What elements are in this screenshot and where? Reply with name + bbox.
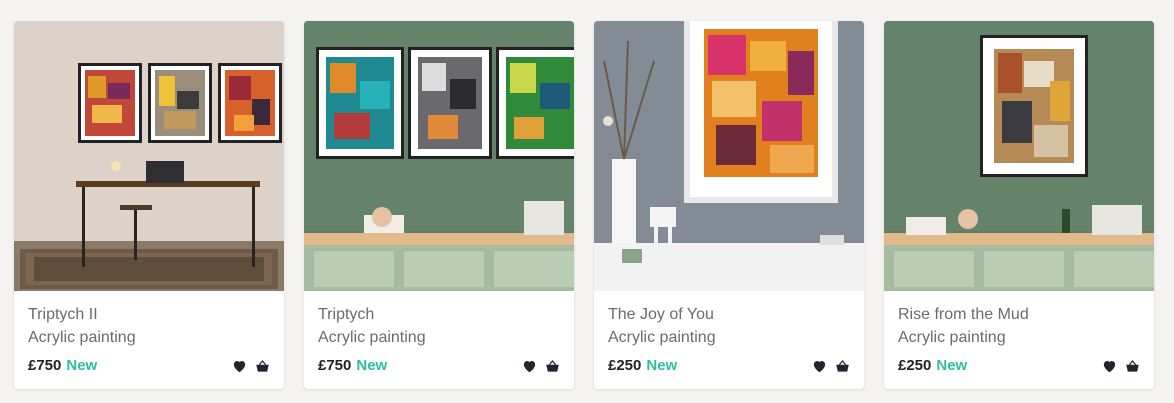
product-medium: Acrylic painting <box>28 329 136 346</box>
product-info: Rise from the Mud Acrylic painting £250 … <box>884 291 1154 389</box>
product-title[interactable]: Triptych II <box>28 303 270 326</box>
product-info: The Joy of You Acrylic painting £250 New <box>594 291 864 389</box>
product-title[interactable]: Rise from the Mud <box>898 303 1140 326</box>
product-price: £250 <box>608 357 642 374</box>
new-badge: New <box>66 357 98 374</box>
price-row: £750 New <box>318 357 560 374</box>
artwork-image[interactable] <box>304 21 574 291</box>
product-price: £750 <box>28 357 62 374</box>
product-grid: Triptych II Acrylic painting £750 New Tr… <box>14 21 1154 389</box>
basket-icon[interactable] <box>544 358 560 374</box>
basket-icon[interactable] <box>834 358 850 374</box>
product-price: £250 <box>898 357 932 374</box>
product-price: £750 <box>318 357 352 374</box>
basket-icon[interactable] <box>1124 358 1140 374</box>
product-info: Triptych II Acrylic painting £750 New <box>14 291 284 389</box>
basket-icon[interactable] <box>254 358 270 374</box>
product-actions <box>1101 358 1140 374</box>
product-card[interactable]: Triptych II Acrylic painting £750 New <box>14 21 284 389</box>
product-card[interactable]: Rise from the Mud Acrylic painting £250 … <box>884 21 1154 389</box>
artwork-image[interactable] <box>594 21 864 291</box>
product-medium: Acrylic painting <box>608 329 716 346</box>
price-row: £750 New <box>28 357 270 374</box>
product-card[interactable]: Triptych Acrylic painting £750 New <box>304 21 574 389</box>
artwork-image[interactable] <box>14 21 284 291</box>
artwork-image[interactable] <box>884 21 1154 291</box>
heart-icon[interactable] <box>1101 358 1117 374</box>
product-medium: Acrylic painting <box>898 329 1006 346</box>
new-badge: New <box>936 357 968 374</box>
price-row: £250 New <box>608 357 850 374</box>
product-actions <box>231 358 270 374</box>
price-row: £250 New <box>898 357 1140 374</box>
product-title[interactable]: The Joy of You <box>608 303 850 326</box>
product-actions <box>811 358 850 374</box>
new-badge: New <box>356 357 388 374</box>
product-actions <box>521 358 560 374</box>
new-badge: New <box>646 357 678 374</box>
heart-icon[interactable] <box>231 358 247 374</box>
product-medium: Acrylic painting <box>318 329 426 346</box>
heart-icon[interactable] <box>521 358 537 374</box>
product-info: Triptych Acrylic painting £750 New <box>304 291 574 389</box>
product-card[interactable]: The Joy of You Acrylic painting £250 New <box>594 21 864 389</box>
heart-icon[interactable] <box>811 358 827 374</box>
product-title[interactable]: Triptych <box>318 303 560 326</box>
